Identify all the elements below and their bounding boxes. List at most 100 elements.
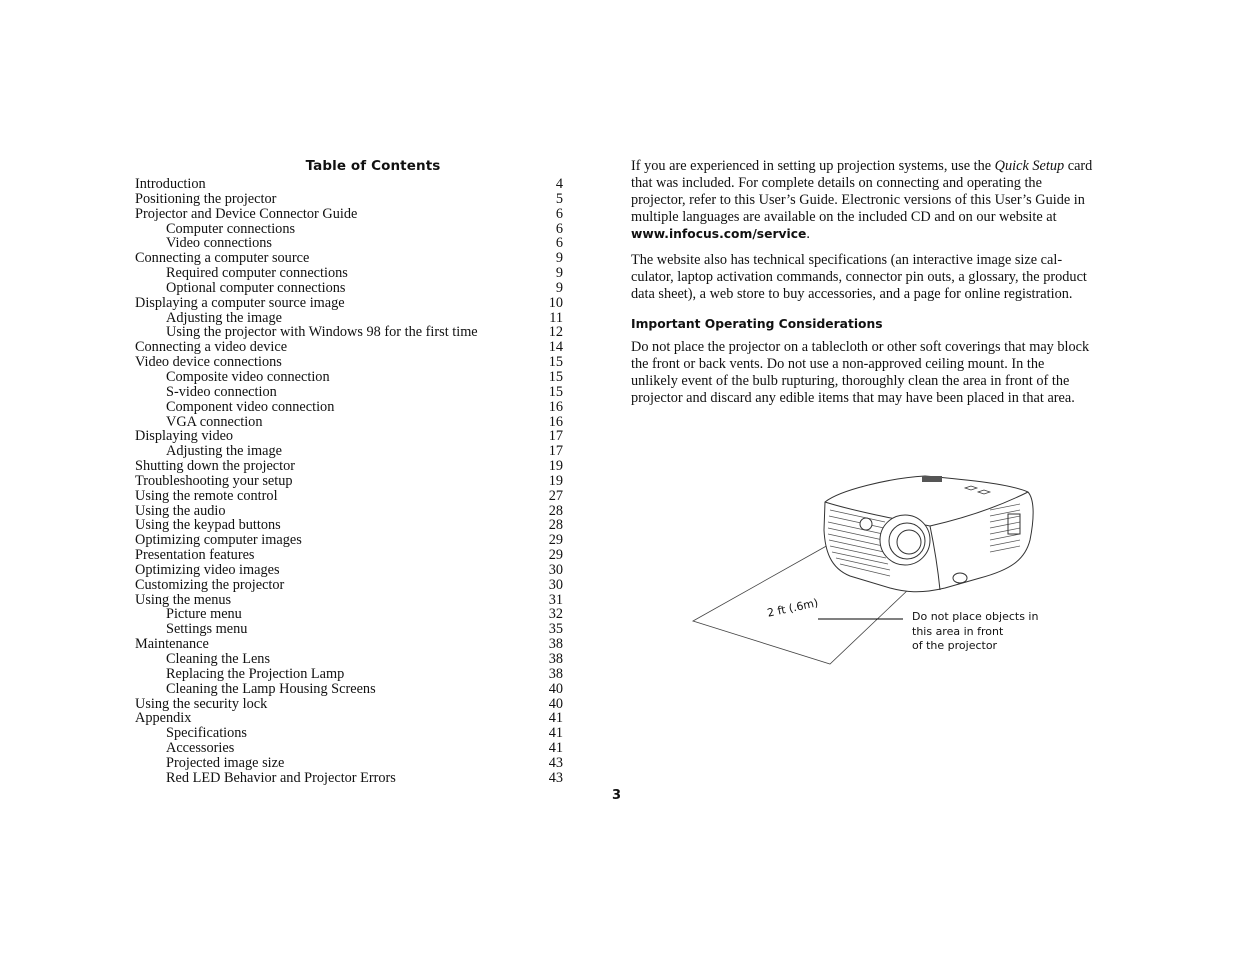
toc-entry[interactable]: Connecting a video device 14 bbox=[135, 340, 563, 355]
toc-entry[interactable]: Red LED Behavior and Projector Errors 43 bbox=[135, 769, 563, 786]
toc-entry[interactable]: Video connections 6 bbox=[135, 236, 563, 251]
toc-entry-page: 29 bbox=[548, 547, 563, 564]
toc-entry-label: Maintenance bbox=[135, 636, 209, 653]
toc-list: Introduction 4 Positioning the projector 5 P… bbox=[135, 177, 563, 786]
toc-entry[interactable]: Specifications 41 bbox=[135, 726, 563, 741]
intro-column: If you are experienced in setting up pro… bbox=[631, 158, 1094, 416]
toc-entry-label: Red LED Behavior and Projector Errors bbox=[166, 769, 396, 786]
toc-entry[interactable]: Using the projector with Windows 98 for … bbox=[135, 325, 563, 340]
toc-entry-page: 11 bbox=[549, 309, 563, 326]
toc-entry[interactable]: Replacing the Projection Lamp 38 bbox=[135, 665, 563, 682]
toc-entry-label: Shutting down the projector bbox=[135, 458, 296, 475]
toc-entry[interactable]: Displaying video 17 bbox=[135, 429, 563, 444]
toc-entry-label: Component video connection bbox=[166, 398, 335, 415]
toc-entry-page: 40 bbox=[548, 695, 563, 712]
toc-entry-page: 15 bbox=[548, 383, 563, 400]
toc-entry-label: Optional computer connections bbox=[166, 279, 346, 296]
toc-entry[interactable]: Presentation features 29 bbox=[135, 548, 563, 563]
toc-entry-label: Using the keypad buttons bbox=[135, 517, 281, 534]
toc-entry-page: 38 bbox=[548, 665, 563, 682]
considerations-heading: Important Operating Considerations bbox=[631, 317, 883, 331]
toc-entry[interactable]: Cleaning the Lamp Housing Screens 40 bbox=[135, 680, 563, 697]
toc-entry[interactable]: Optimizing computer images 29 bbox=[135, 533, 563, 548]
toc-entry-page: 14 bbox=[548, 339, 563, 356]
toc-entry-label: Using the menus bbox=[135, 591, 232, 608]
toc-entry-label: Optimizing video images bbox=[135, 561, 280, 578]
toc-entry-page: 41 bbox=[548, 710, 563, 727]
toc-entry[interactable]: Shutting down the projector 19 bbox=[135, 459, 563, 474]
toc-entry-label: Required computer connections bbox=[166, 265, 348, 282]
toc-entry-page: 29 bbox=[548, 532, 563, 549]
toc-entry[interactable]: Customizing the projector 30 bbox=[135, 576, 563, 593]
toc-entry-page: 4 bbox=[555, 176, 563, 192]
toc-entry[interactable]: Cleaning the Lens 38 bbox=[135, 652, 563, 667]
toc-entry-page: 10 bbox=[548, 294, 563, 311]
toc-entry[interactable]: Composite video connection 15 bbox=[135, 370, 563, 385]
toc-entry[interactable]: Connecting a computer source 9 bbox=[135, 251, 563, 266]
toc-entry-label: Displaying a computer source image bbox=[135, 294, 345, 311]
toc-entry-label: Cleaning the Lamp Housing Screens bbox=[166, 680, 376, 697]
toc-entry-page: 9 bbox=[555, 265, 563, 282]
toc-entry-page: 28 bbox=[548, 517, 563, 534]
toc-entry[interactable]: VGA connection 16 bbox=[135, 413, 563, 430]
toc-entry[interactable]: Troubleshooting your setup 19 bbox=[135, 474, 563, 489]
toc-entry[interactable]: Required computer connections 9 bbox=[135, 266, 563, 281]
toc-entry-label: Using the security lock bbox=[135, 695, 268, 712]
toc-entry[interactable]: Component video connection 16 bbox=[135, 398, 563, 415]
considerations-body: Do not place the projector on a tableclo… bbox=[631, 339, 1090, 406]
toc-entry-label: Cleaning the Lens bbox=[166, 651, 271, 667]
toc-entry-label: Projected image size bbox=[166, 754, 285, 771]
toc-entry-label: Appendix bbox=[135, 710, 192, 727]
toc-entry-page: 15 bbox=[548, 354, 563, 371]
intro-paragraph-2: The website also has technical specifica… bbox=[631, 252, 1087, 302]
toc-entry[interactable]: Settings menu 35 bbox=[135, 622, 563, 637]
table-of-contents: Table of Contents Introduction 4 Positioni… bbox=[135, 158, 563, 786]
intro-text: . bbox=[806, 226, 810, 242]
toc-entry-page: 32 bbox=[548, 606, 563, 623]
toc-entry[interactable]: Video device connections 15 bbox=[135, 355, 563, 370]
toc-entry-page: 16 bbox=[548, 413, 563, 430]
toc-title: Table of Contents bbox=[305, 158, 441, 174]
warning-callout: Do not place objects in this area in fro… bbox=[912, 610, 1047, 654]
toc-entry[interactable]: Picture menu 32 bbox=[135, 607, 563, 622]
toc-entry-label: Using the audio bbox=[135, 502, 226, 519]
toc-entry[interactable]: Displaying a computer source image 10 bbox=[135, 294, 563, 311]
toc-entry-page: 31 bbox=[548, 591, 563, 608]
toc-entry-label: Customizing the projector bbox=[135, 576, 285, 593]
page-number: 3 bbox=[612, 788, 622, 803]
intro-text: If you are experienced in setting up pro… bbox=[631, 158, 995, 174]
toc-entry-page: 6 bbox=[555, 220, 563, 237]
toc-entry[interactable]: Optional computer connections 9 bbox=[135, 281, 563, 296]
warning-line: Do not place objects in bbox=[912, 610, 1039, 623]
toc-entry-label: Video device connections bbox=[135, 354, 282, 371]
toc-entry-page: 17 bbox=[548, 443, 563, 460]
toc-entry-page: 19 bbox=[548, 472, 563, 489]
toc-entry[interactable]: Optimizing video images 30 bbox=[135, 563, 563, 578]
toc-entry[interactable]: Introduction 4 bbox=[135, 177, 563, 192]
toc-entry[interactable]: Using the menus 31 bbox=[135, 591, 563, 608]
toc-entry[interactable]: Using the security lock 40 bbox=[135, 695, 563, 712]
toc-entry[interactable]: Projected image size 43 bbox=[135, 756, 563, 771]
toc-entry-label: S-video connection bbox=[166, 383, 277, 400]
toc-entry[interactable]: Projector and Device Connector Guide 6 bbox=[135, 206, 563, 222]
toc-entry[interactable]: Adjusting the image 17 bbox=[135, 444, 563, 459]
website-link[interactable]: www.infocus.com/service bbox=[631, 227, 806, 241]
toc-entry-page: 17 bbox=[548, 428, 563, 445]
toc-entry[interactable]: Using the keypad buttons 28 bbox=[135, 518, 563, 533]
toc-entry-label: Positioning the projector bbox=[135, 190, 277, 207]
toc-entry-label: Connecting a video device bbox=[135, 339, 288, 356]
toc-entry-label: Settings menu bbox=[166, 621, 248, 638]
toc-entry-page: 6 bbox=[555, 235, 563, 252]
toc-entry[interactable]: Maintenance 38 bbox=[135, 637, 563, 652]
toc-entry[interactable]: Accessories 41 bbox=[135, 741, 563, 756]
quick-setup-reference: Quick Setup bbox=[994, 158, 1065, 174]
toc-entry[interactable]: Appendix 41 bbox=[135, 711, 563, 726]
toc-entry[interactable]: Positioning the projector 5 bbox=[135, 190, 563, 207]
toc-entry[interactable]: Using the audio 28 bbox=[135, 502, 563, 519]
toc-entry[interactable]: Computer connections 6 bbox=[135, 220, 563, 237]
toc-entry[interactable]: Using the remote control 27 bbox=[135, 488, 563, 504]
toc-entry-label: Introduction bbox=[135, 176, 206, 192]
toc-entry-page: 9 bbox=[555, 279, 563, 296]
toc-entry[interactable]: S-video connection 15 bbox=[135, 383, 563, 400]
toc-entry[interactable]: Adjusting the image 11 bbox=[135, 309, 563, 326]
